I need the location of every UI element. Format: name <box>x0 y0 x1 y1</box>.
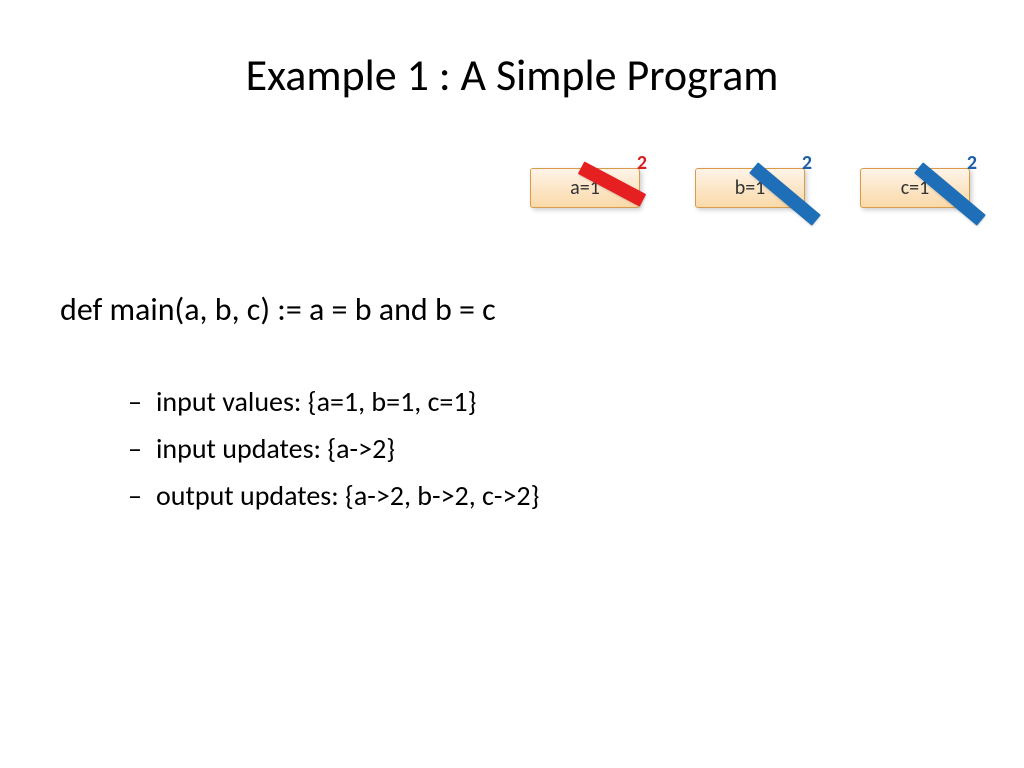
var-box-b: b=1 2 <box>695 168 805 208</box>
bullet-output-updates: output updates: {a->2, b->2, c->2} <box>128 478 964 513</box>
bullet-input-updates: input updates: {a->2} <box>128 431 964 466</box>
bullet-list: input values: {a=1, b=1, c=1} input upda… <box>128 384 964 513</box>
var-c-new-value: 2 <box>967 151 977 175</box>
bullet-input-values: input values: {a=1, b=1, c=1} <box>128 384 964 419</box>
var-a-new-value: 2 <box>637 151 647 175</box>
var-box-c: c=1 2 <box>860 168 970 208</box>
slide-content: def main(a, b, c) := a = b and b = c inp… <box>60 290 964 525</box>
slide-title: Example 1 : A Simple Program <box>0 0 1024 102</box>
code-definition: def main(a, b, c) := a = b and b = c <box>60 290 964 329</box>
variable-boxes-row: a=1 2 b=1 2 c=1 2 <box>530 168 970 208</box>
var-box-a: a=1 2 <box>530 168 640 208</box>
var-b-new-value: 2 <box>802 151 812 175</box>
